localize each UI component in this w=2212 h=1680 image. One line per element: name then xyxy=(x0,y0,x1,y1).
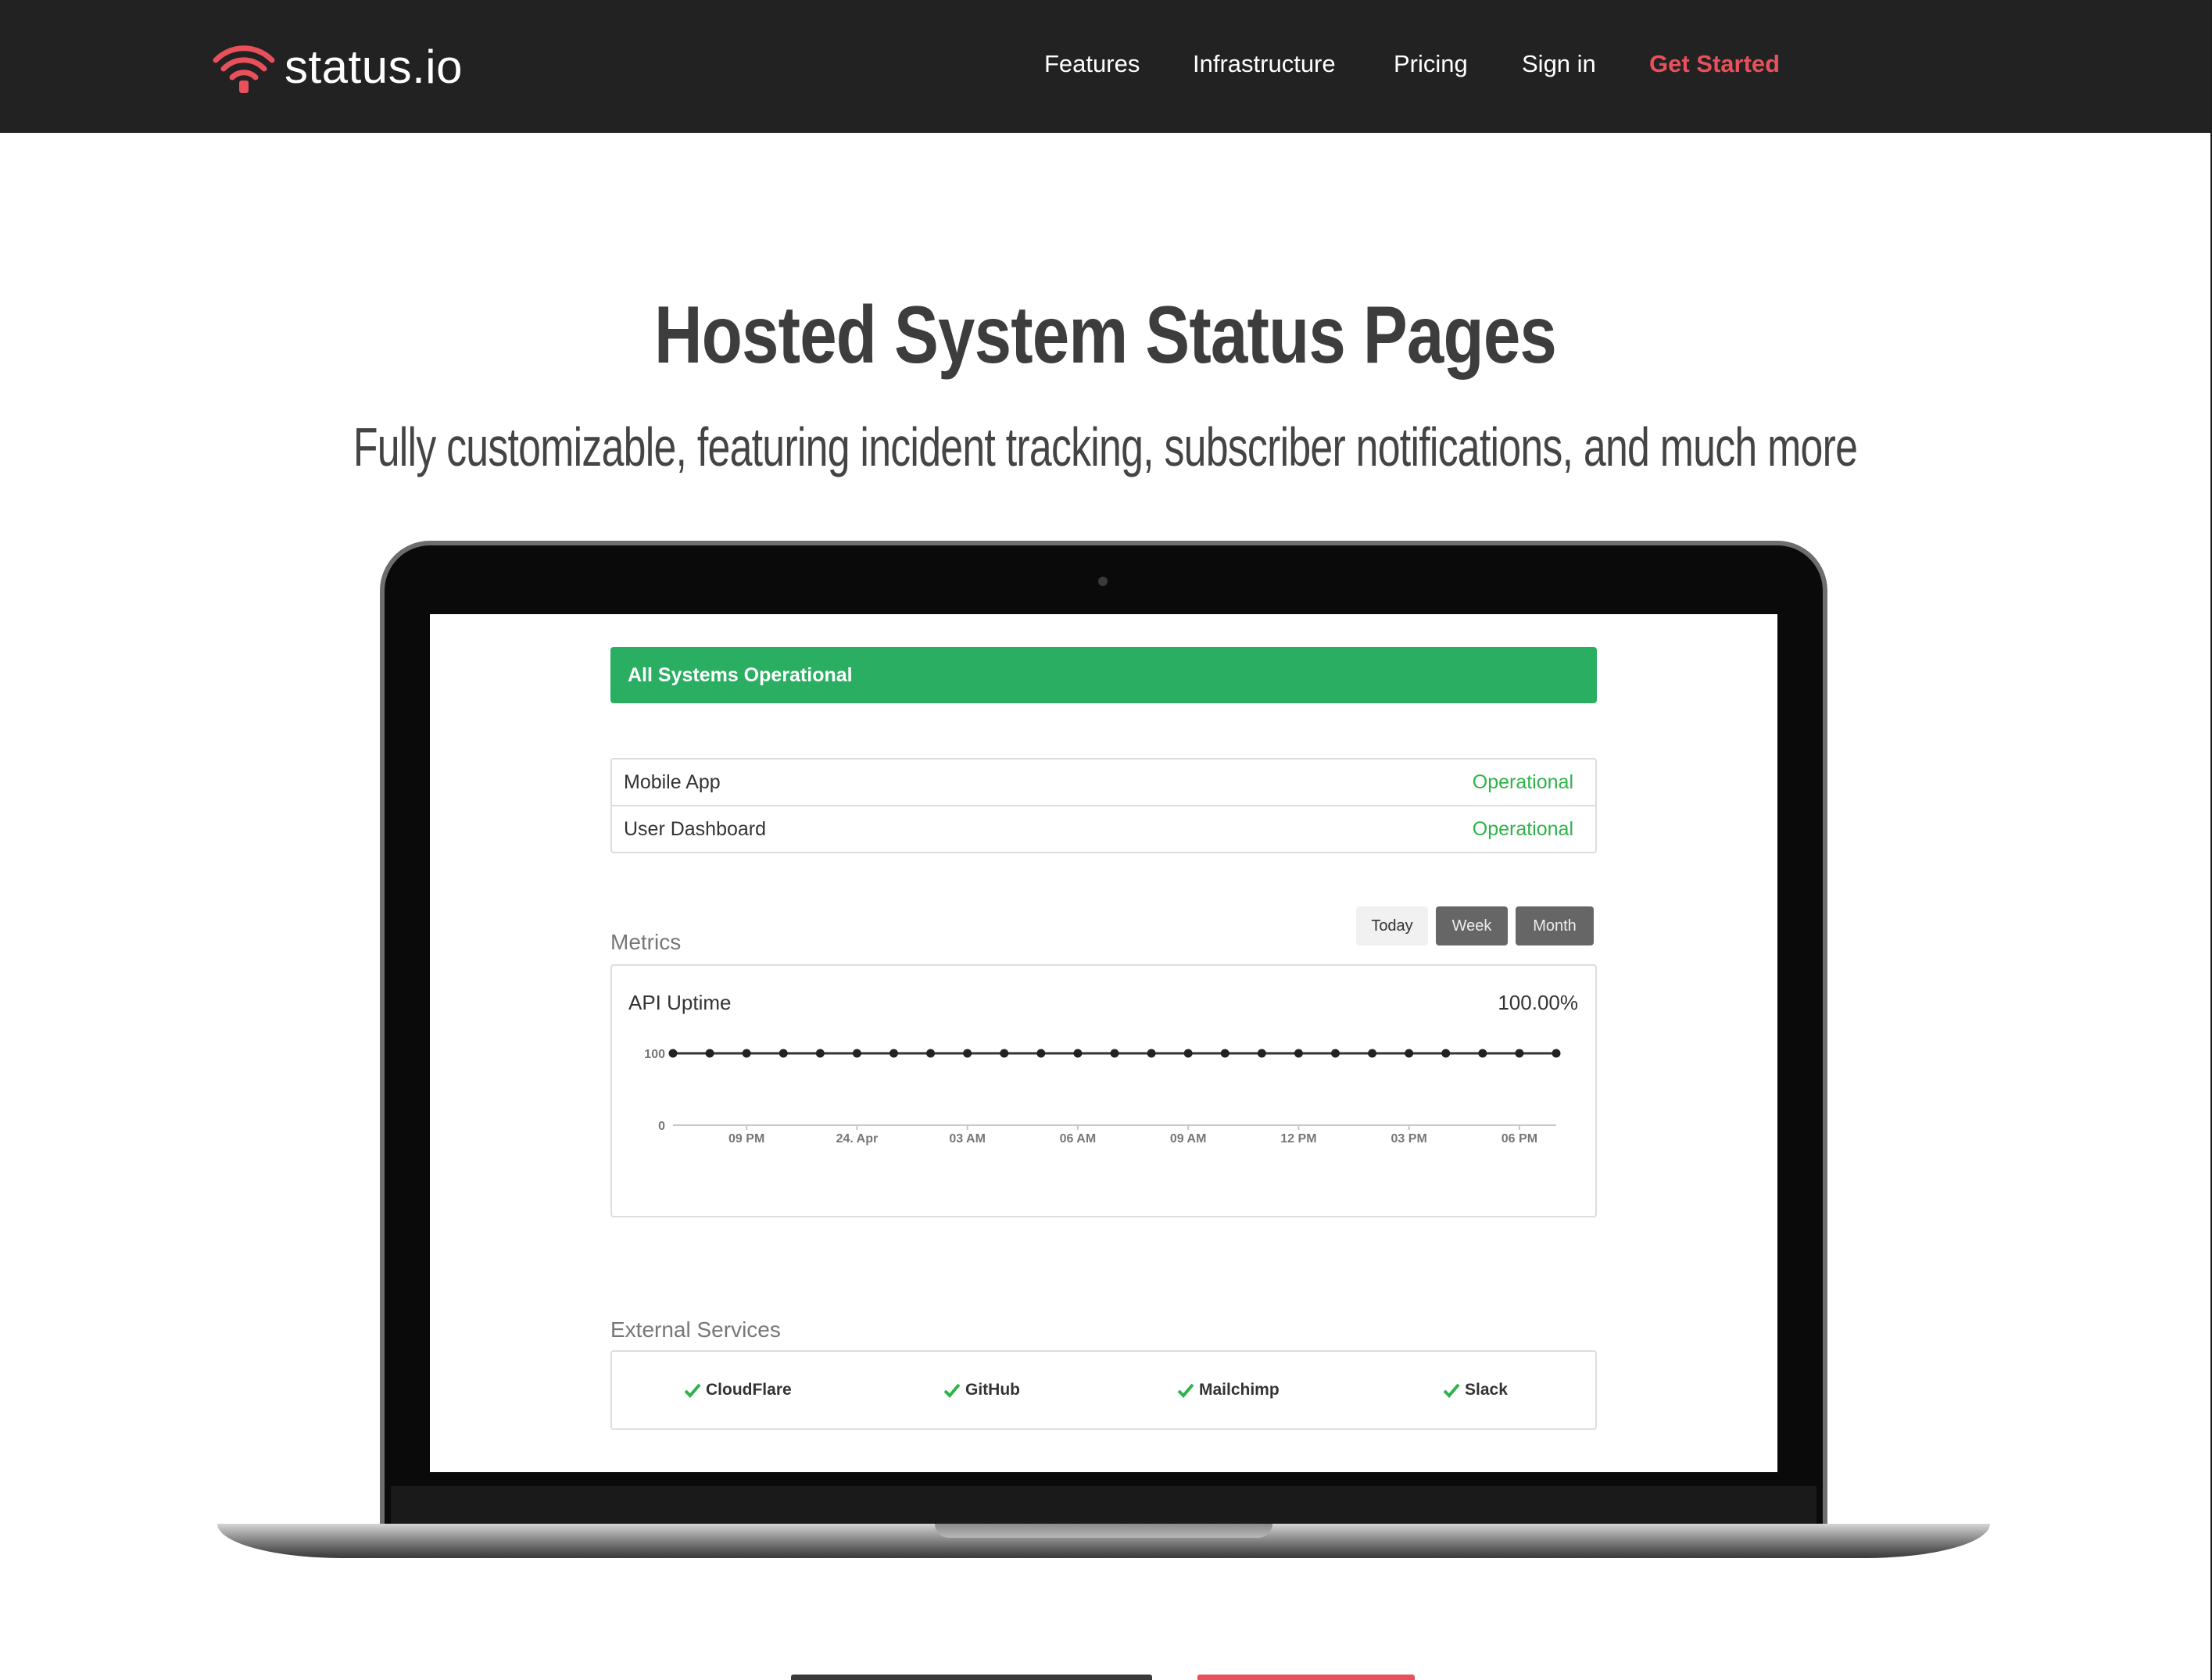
data-point xyxy=(705,1049,714,1058)
data-point xyxy=(778,1049,788,1058)
data-point xyxy=(1073,1049,1083,1058)
data-point xyxy=(1110,1049,1119,1058)
y-tick-label: 0 xyxy=(658,1120,665,1133)
external-service-item: Slack xyxy=(1443,1352,1508,1428)
range-month-button[interactable]: Month xyxy=(1516,906,1594,945)
external-services-panel: CloudFlare GitHub Mailchimp Slack xyxy=(610,1350,1597,1430)
component-name: Mobile App xyxy=(624,770,721,793)
data-point xyxy=(815,1049,825,1058)
range-today-button[interactable]: Today xyxy=(1356,906,1428,945)
external-service-name: GitHub xyxy=(965,1381,1020,1399)
brand-name: status.io xyxy=(285,41,463,93)
component-status: Operational xyxy=(1472,770,1573,793)
metrics-panel: API Uptime 100.00% 100 0 09 PM 24. Apr 03 AM… xyxy=(610,964,1597,1217)
y-tick-label: 100 xyxy=(644,1048,665,1061)
chart-value: 100.00% xyxy=(1498,991,1578,1014)
nav-link-get-started[interactable]: Get Started xyxy=(1649,48,1780,80)
hero-title: Hosted System Status Pages xyxy=(653,290,1557,381)
data-point xyxy=(1294,1049,1303,1058)
top-navigation-bar: status.io Features Infrastructure Pricin… xyxy=(0,0,2210,133)
nav-link-infrastructure[interactable]: Infrastructure xyxy=(1193,48,1336,80)
chart-title: API Uptime xyxy=(628,991,732,1014)
data-point xyxy=(1000,1049,1009,1058)
primary-cta-button[interactable] xyxy=(791,1675,1152,1680)
data-point xyxy=(1257,1049,1266,1058)
nav-link-pricing[interactable]: Pricing xyxy=(1394,48,1468,80)
data-point xyxy=(889,1049,898,1058)
external-services-heading: External Services xyxy=(610,1317,781,1342)
data-point xyxy=(742,1049,751,1058)
brand-logo[interactable]: status.io xyxy=(211,39,463,95)
data-point xyxy=(963,1049,972,1058)
data-point xyxy=(1036,1049,1046,1058)
data-point xyxy=(1220,1049,1229,1058)
x-tick-label: 03 AM xyxy=(949,1132,986,1146)
x-tick-label: 03 PM xyxy=(1391,1132,1427,1146)
data-point xyxy=(1478,1049,1487,1058)
data-point xyxy=(1552,1049,1561,1058)
range-week-button[interactable]: Week xyxy=(1436,906,1508,945)
external-service-name: Slack xyxy=(1465,1381,1508,1399)
metrics-heading: Metrics xyxy=(610,930,682,954)
data-point xyxy=(1331,1049,1340,1058)
check-icon xyxy=(684,1383,701,1398)
wifi-signal-icon xyxy=(213,45,275,93)
x-tick-label: 24. Apr xyxy=(836,1132,879,1146)
external-service-item: GitHub xyxy=(943,1352,1020,1428)
laptop-screen: All Systems Operational Mobile App Opera… xyxy=(430,614,1777,1472)
laptop-camera xyxy=(1098,577,1108,586)
external-service-name: CloudFlare xyxy=(706,1381,792,1399)
data-point xyxy=(1368,1049,1377,1058)
x-tick-label: 12 PM xyxy=(1280,1132,1316,1146)
nav-link-features[interactable]: Features xyxy=(1044,48,1140,80)
external-service-item: Mailchimp xyxy=(1177,1352,1280,1428)
data-point xyxy=(1147,1049,1156,1058)
data-point xyxy=(1441,1049,1451,1058)
x-tick-label: 09 PM xyxy=(728,1132,764,1146)
status-banner: All Systems Operational xyxy=(610,647,1597,703)
x-tick-label: 09 AM xyxy=(1170,1132,1207,1146)
x-tick-label: 06 AM xyxy=(1060,1132,1097,1146)
data-point xyxy=(926,1049,936,1058)
component-name: User Dashboard xyxy=(624,817,767,840)
external-service-name: Mailchimp xyxy=(1199,1381,1280,1399)
x-tick-label: 06 PM xyxy=(1502,1132,1537,1146)
check-icon xyxy=(1177,1383,1194,1398)
external-service-item: CloudFlare xyxy=(684,1352,792,1428)
laptop-notch xyxy=(935,1524,1272,1538)
check-icon xyxy=(1443,1383,1460,1398)
nav-link-sign-in[interactable]: Sign in xyxy=(1522,48,1596,80)
components-list: Mobile App Operational User Dashboard Op… xyxy=(610,758,1597,853)
component-status: Operational xyxy=(1472,817,1573,840)
check-icon xyxy=(943,1383,961,1398)
secondary-cta-button[interactable] xyxy=(1197,1675,1415,1680)
component-row: Mobile App Operational xyxy=(612,760,1595,805)
data-point xyxy=(1405,1049,1414,1058)
component-row: User Dashboard Operational xyxy=(612,805,1595,852)
hero-subtitle: Fully customizable, featuring incident t… xyxy=(353,416,1858,477)
data-point xyxy=(1183,1049,1193,1058)
data-point xyxy=(1515,1049,1524,1058)
data-point xyxy=(668,1049,678,1058)
laptop-bezel xyxy=(391,1486,1816,1524)
data-point xyxy=(852,1049,861,1058)
uptime-chart: 100 0 09 PM 24. Apr 03 AM 06 AM 09 AM 12 PM 03 P… xyxy=(644,1048,1561,1146)
